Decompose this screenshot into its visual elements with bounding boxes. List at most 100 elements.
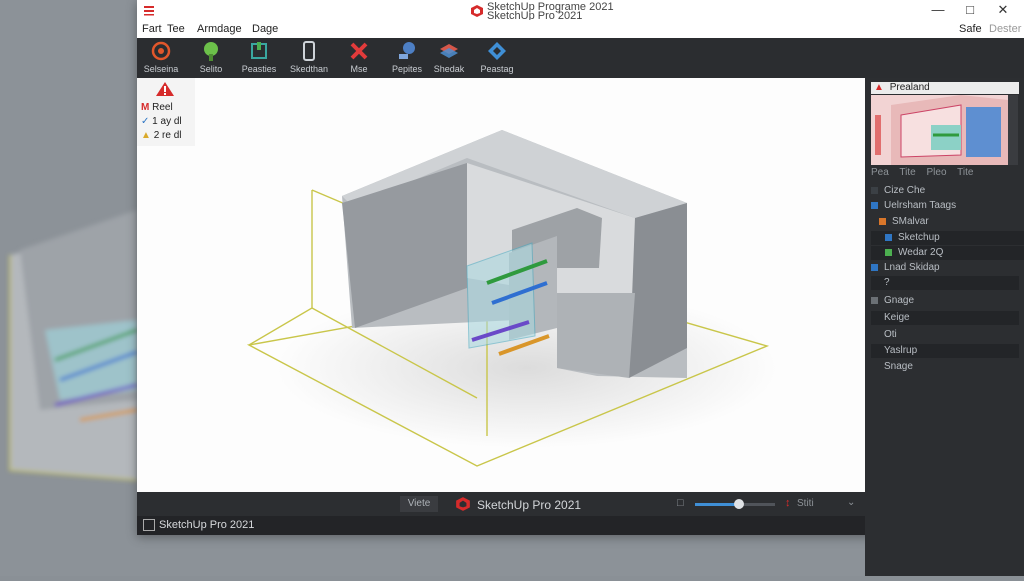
panel-tree-item-label: Sketchup [898, 232, 940, 243]
device-icon [303, 41, 315, 61]
orbit-icon [488, 42, 506, 60]
zoom-slider-handle[interactable] [734, 499, 744, 509]
tool-device-label: Skedthan [289, 64, 329, 74]
layer-swatch-icon [871, 201, 878, 209]
tool-paint-label: Selito [199, 64, 223, 74]
status-app-label: SketchUp Pro 2021 [477, 498, 582, 512]
menu-bar: Fart Tee Armdage Dage Safe Dester [137, 20, 1024, 38]
panel-title: Prealand [889, 82, 930, 93]
file-icon [143, 519, 155, 531]
tool-tape[interactable]: Pepites [383, 40, 431, 74]
panel-tree-item-label: ? [884, 277, 890, 288]
layer-swatch-icon [871, 363, 878, 370]
tool-paint[interactable]: Selito [187, 40, 235, 74]
model-icon: M [141, 102, 150, 113]
layers-icon [440, 44, 458, 58]
menu-item-tee[interactable]: Tee [167, 23, 185, 35]
panel-tree-item[interactable]: Keige [871, 311, 1019, 325]
app-menu-icon[interactable] [143, 4, 155, 16]
maximize-button[interactable]: □ [959, 2, 981, 17]
outliner-item-reel-label: Reel [152, 102, 173, 113]
panel-subheader-item-3[interactable]: Pleo [927, 167, 947, 178]
tool-tape-label: Pepites [391, 64, 423, 74]
panel-tree-item[interactable]: Wedar 2Q [871, 246, 1024, 260]
panel-scrollbar[interactable] [1008, 95, 1018, 165]
outliner-item-2-label: 2 re dl [153, 130, 182, 141]
outliner-item-2[interactable]: ▲ 2 re dl [141, 130, 181, 141]
scale-label[interactable]: Stiti [797, 498, 814, 509]
zoom-slider[interactable] [695, 499, 775, 509]
erase-icon [350, 42, 368, 60]
outliner-panel: M Reel ✓ 1 ay dl ▲ 2 re dl [137, 78, 195, 146]
menu-item-fart[interactable]: Fart [142, 23, 162, 35]
component-icon: ▲ [141, 130, 151, 141]
chevron-down-icon[interactable]: ⌄ [847, 497, 855, 508]
menu-item-armdage[interactable]: Armdage [197, 23, 242, 35]
tool-layers[interactable]: Shedak [425, 40, 473, 74]
panel-subheader-item-2[interactable]: Tite [899, 167, 915, 178]
tool-orbit[interactable]: Peastag [473, 40, 521, 74]
panel-tree-item[interactable]: Cize Che [871, 184, 1019, 198]
tool-erase-label: Mse [350, 64, 368, 74]
scale-icon: ↕ [785, 497, 791, 509]
panel-subheader-item-1[interactable]: Pea [871, 167, 889, 178]
panel-tree-item[interactable]: Oti [871, 328, 1019, 342]
tape-icon [399, 42, 415, 59]
toolbar: Selseina Selito Peasties Skedthan Mse Pe… [137, 38, 1024, 78]
tool-layers-label: Shedak [433, 64, 465, 74]
panel-tree-item-label: SMalvar [892, 216, 929, 227]
3d-model-scene[interactable] [137, 78, 865, 492]
sketchup-logo-icon [471, 5, 483, 17]
minimize-button[interactable]: — [927, 2, 949, 17]
panel-header: ▲ Prealand [871, 82, 1019, 94]
panel-tree-item-label: Keige [884, 312, 910, 323]
layer-swatch-icon [885, 233, 892, 241]
layer-swatch-icon [871, 186, 878, 194]
panel-tree-item[interactable]: Lnad Skidap [871, 261, 1019, 275]
outliner-item-reel[interactable]: M Reel [141, 102, 173, 113]
tool-push-pull-label: Peasties [241, 64, 277, 74]
outliner-item-1-label: 1 ay dl [152, 116, 182, 127]
panel-tree-item[interactable]: Gnage [871, 294, 1019, 308]
panel-tree-item[interactable]: Uelrsham Taags [871, 199, 1019, 213]
menu-item-dage[interactable]: Dage [252, 23, 278, 35]
taskbar-app-label[interactable]: SketchUp Pro 2021 [159, 519, 254, 531]
tool-select[interactable]: Selseina [137, 40, 185, 74]
panel-warning-icon: ▲ [874, 82, 884, 93]
warning-icon[interactable] [155, 81, 175, 97]
close-button[interactable]: ✕ [992, 2, 1014, 18]
panel-preview-thumbnail[interactable] [871, 95, 1008, 165]
panel-subheader-item-4[interactable]: Tite [957, 167, 973, 178]
layer-swatch-icon [871, 347, 878, 354]
panel-tree-item[interactable]: Sketchup [871, 231, 1024, 245]
panel-subheader: Pea Tite Pleo Tite [871, 166, 1019, 180]
panel-tree-item[interactable]: ? [871, 276, 1019, 290]
menu-right-safe[interactable]: Safe [959, 23, 982, 35]
sketchup-status-logo-icon [456, 497, 470, 511]
layer-swatch-icon [885, 248, 892, 256]
panel-tree-item[interactable]: Snage [871, 360, 1019, 374]
tool-orbit-label: Peastag [480, 64, 514, 74]
tool-select-label: Selseina [143, 64, 179, 74]
panel-tree-item[interactable]: Yaslrup [871, 344, 1019, 358]
menu-right-dester[interactable]: Dester [989, 23, 1021, 35]
layer-swatch-icon [871, 314, 878, 321]
drawing-viewport[interactable]: M Reel ✓ 1 ay dl ▲ 2 re dl [137, 78, 865, 492]
checkmark-icon: ✓ [141, 116, 150, 127]
taskbar: SketchUp Pro 2021 [137, 516, 865, 535]
panel-tree-item[interactable]: SMalvar [871, 215, 1024, 229]
select-icon [151, 41, 171, 61]
zoom-icon[interactable]: □ [677, 497, 684, 509]
tool-erase[interactable]: Mse [335, 40, 383, 74]
tool-device[interactable]: Skedthan [285, 40, 333, 74]
title-bar: SketchUp Programe 2021 SketchUp Pro 2021… [137, 0, 1024, 22]
push-pull-icon [251, 42, 267, 59]
status-bar: Viete SketchUp Pro 2021 □ ↕ Stiti ⌄ [137, 492, 865, 516]
tool-push-pull[interactable]: Peasties [235, 40, 283, 74]
panel-tree-item-label: Oti [884, 329, 897, 340]
sketchup-window: SketchUp Programe 2021 SketchUp Pro 2021… [137, 0, 1024, 576]
view-button[interactable]: Viete [400, 496, 438, 512]
outliner-item-1[interactable]: ✓ 1 ay dl [141, 116, 182, 127]
zoom-slider-fill [695, 503, 739, 506]
window-title: SketchUp Programe 2021 SketchUp Pro 2021 [487, 2, 614, 22]
